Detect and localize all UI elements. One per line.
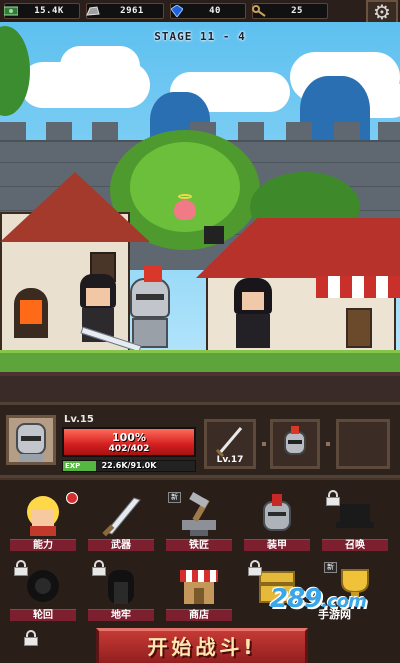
menu-armor[interactable]: 装甲 — [244, 490, 310, 554]
player-knight — [122, 266, 180, 350]
lock-icon — [326, 490, 340, 506]
battlement — [238, 122, 264, 142]
menu-shop-label: 商店 — [166, 609, 232, 622]
battlement — [46, 122, 72, 142]
cash-counter: 15.4K — [4, 3, 80, 19]
sword-icon — [215, 427, 243, 458]
battlement — [0, 122, 26, 142]
menu-blacksmith[interactable]: 新 铁匠 — [166, 490, 232, 554]
lock-icon — [14, 560, 28, 576]
lock-icon — [248, 560, 262, 576]
cash-value: 15.4K — [34, 6, 64, 16]
menu-weapon[interactable]: 武器 — [88, 490, 154, 554]
enemy-bandit — [230, 278, 276, 350]
ore-counter: 2961 — [86, 3, 164, 19]
gem-counter: 40 — [170, 3, 246, 19]
ore-value: 2961 — [120, 6, 144, 16]
pet-halo — [178, 194, 192, 199]
hp-value: 402/402 — [108, 444, 150, 454]
hero-level: Lv.15 — [64, 414, 94, 425]
knight-helmet-icon — [16, 423, 46, 462]
hero-ability-icon — [18, 490, 68, 540]
resource-bar: 15.4K 2961 40 25 — [0, 0, 400, 22]
menu-weapon-label: 武器 — [88, 539, 154, 552]
sword-icon — [96, 490, 146, 540]
menu-dungeon-label: 地牢 — [88, 609, 154, 622]
shop-icon — [174, 560, 224, 610]
settings-gear-button[interactable]: ⚙ — [366, 0, 398, 24]
key-icon — [251, 4, 267, 18]
menu-locked-extra[interactable] — [10, 630, 76, 663]
gem-value: 40 — [209, 6, 221, 16]
key-value: 25 — [291, 6, 303, 16]
right-house — [196, 218, 400, 354]
hp-percent: 100% — [112, 431, 146, 444]
empty-slot[interactable] — [336, 419, 390, 469]
key-counter: 25 — [252, 3, 328, 19]
hero-status-panel: Lv.15 100% 402/402 EXP 22.6K/91.0K Lv.17 — [0, 402, 400, 478]
cash-icon — [3, 4, 19, 18]
weapon-level: Lv.17 — [216, 455, 244, 465]
battlement — [92, 122, 118, 142]
armor-icon — [252, 490, 302, 540]
exp-value: 22.6K/91.0K — [101, 461, 157, 470]
hero-portrait[interactable] — [6, 415, 56, 465]
menu-ability[interactable]: 能力 — [10, 490, 78, 554]
menu-rebirth[interactable]: 轮回 — [10, 560, 76, 624]
exp-bar: EXP 22.6K/91.0K — [62, 460, 196, 472]
new-badge: 新 — [168, 492, 181, 503]
battle-scene: STAGE 11 - 4 — [0, 22, 400, 402]
gem-icon — [169, 4, 185, 18]
ore-icon — [85, 4, 101, 18]
gear-icon: ⚙ — [373, 0, 391, 24]
hp-bar: 100% 402/402 — [62, 427, 196, 457]
menu-shop[interactable]: 商店 — [166, 560, 232, 624]
battlement — [378, 122, 400, 142]
blacksmith-icon — [174, 490, 224, 540]
watermark-number: 289 — [270, 584, 322, 614]
battlement — [334, 122, 360, 142]
new-badge: 新 — [324, 562, 337, 573]
menu-rebirth-label: 轮回 — [10, 609, 76, 622]
weapon-slot[interactable]: Lv.17 — [204, 419, 256, 469]
pet-slime — [174, 200, 196, 220]
menu-blacksmith-label: 铁匠 — [166, 539, 232, 552]
lock-icon — [24, 630, 38, 646]
slot-separator — [326, 442, 330, 446]
stage-label: STAGE 11 - 4 — [154, 30, 246, 43]
menu-dungeon[interactable]: 地牢 — [88, 560, 154, 624]
start-battle-button[interactable]: 开始战斗! — [96, 628, 308, 663]
watermark-logo: 289.com 手游网 — [252, 582, 392, 624]
battlement — [286, 122, 312, 142]
dirt-floor — [0, 372, 400, 402]
menu-summon[interactable]: 召唤 — [322, 490, 388, 554]
helmet-slot[interactable] — [270, 419, 320, 469]
menu-ability-label: 能力 — [10, 539, 76, 552]
notification-dot — [66, 492, 78, 504]
menu-armor-label: 装甲 — [244, 539, 310, 552]
crow — [204, 226, 224, 244]
helmet-icon — [284, 426, 306, 455]
slot-separator — [262, 442, 266, 446]
cloud — [60, 46, 140, 86]
grass-ground — [0, 350, 400, 372]
lock-icon — [92, 560, 106, 576]
watermark-sub: 手游网 — [318, 608, 351, 621]
menu-summon-label: 召唤 — [322, 539, 388, 552]
